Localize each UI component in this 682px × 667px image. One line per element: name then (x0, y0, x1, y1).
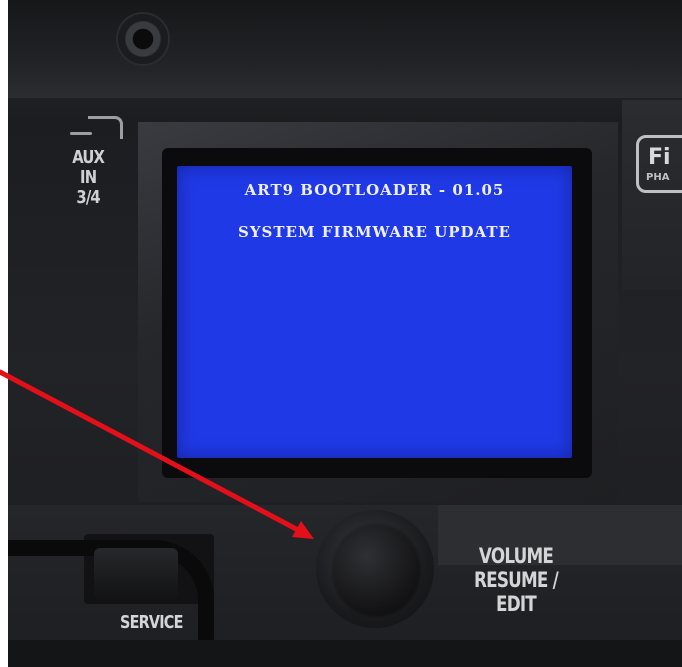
usb-plug (94, 548, 178, 600)
volume-label-line2: RESUME / EDIT (474, 568, 559, 616)
aux-bracket-tail (70, 132, 92, 135)
logo-subtext: PHA (646, 172, 670, 183)
lcd-screen: ART9 BOOTLOADER - 01.05 SYSTEM FIRMWARE … (177, 166, 572, 458)
volume-knob[interactable] (330, 522, 422, 618)
logo-text: Fi (648, 145, 671, 170)
top-rail (8, 0, 682, 98)
aux-label-line2: 3/4 (76, 187, 100, 208)
volume-label-line1: VOLUME (478, 544, 554, 568)
device-photo: AUX IN 3/4 Fi PHA ART9 BOOTLOADER - 01.0… (0, 0, 682, 667)
audio-jack (118, 14, 168, 64)
bottom-strip (8, 640, 682, 667)
screen-title: ART9 BOOTLOADER - 01.05 (244, 181, 505, 199)
aux-in-label: AUX IN 3/4 (66, 148, 110, 208)
volume-label: VOLUME RESUME / EDIT (460, 544, 572, 616)
screen-status: SYSTEM FIRMWARE UPDATE (238, 223, 511, 241)
service-label: SERVICE (120, 612, 183, 633)
aux-bracket-icon (88, 116, 123, 139)
aux-label-line1: AUX IN (72, 147, 105, 188)
right-badge-area (622, 100, 682, 290)
